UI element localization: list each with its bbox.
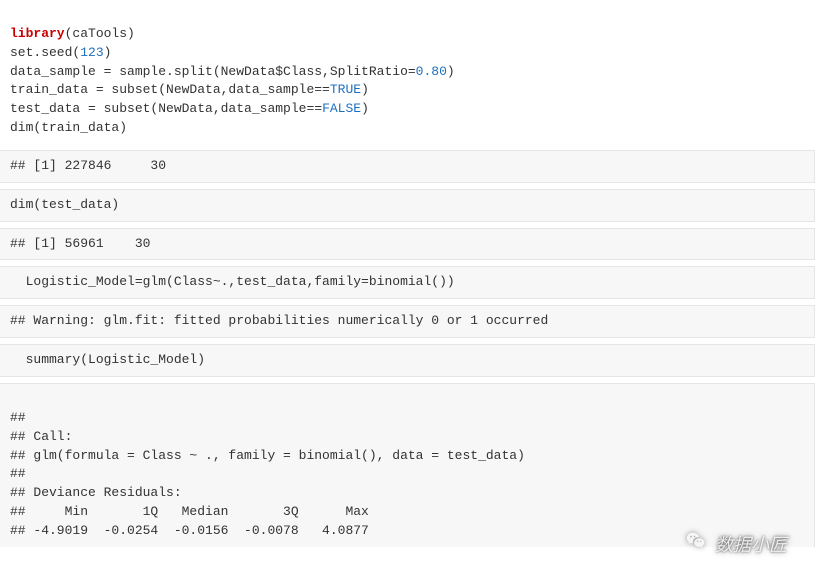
output-text: ## (10, 410, 33, 425)
output-text: ## (10, 466, 33, 481)
output-block-3: ## Warning: glm.fit: fitted probabilitie… (0, 305, 815, 338)
output-text: ## -4.9019 -0.0254 -0.0156 -0.0078 4.087… (10, 523, 384, 538)
code-text: dim(test_data) (10, 197, 119, 212)
bool-literal: TRUE (330, 82, 361, 97)
output-text: ## [1] 56961 30 (10, 236, 150, 251)
code-text: Logistic_Model=glm(Class~.,test_data,fam… (10, 274, 455, 289)
code-text: dim(train_data) (10, 120, 127, 135)
number-literal: 123 (80, 45, 103, 60)
output-text: ## Call: (10, 429, 72, 444)
code-text: test_data = subset(NewData,data_sample== (10, 101, 322, 116)
output-text: ## Deviance Residuals: (10, 485, 189, 500)
code-text: ) (361, 82, 369, 97)
code-text: data_sample = sample.split(NewData$Class… (10, 64, 416, 79)
code-text: ) (447, 64, 455, 79)
output-text: ## Min 1Q Median 3Q Max (10, 504, 384, 519)
output-block-4: ## ## Call: ## glm(formula = Class ~ ., … (0, 383, 815, 547)
output-block-1: ## [1] 227846 30 (0, 150, 815, 183)
code-block-1: library(caTools) set.seed(123) data_samp… (0, 0, 815, 144)
code-text: train_data = subset(NewData,data_sample=… (10, 82, 330, 97)
code-text: summary(Logistic_Model) (10, 352, 205, 367)
output-block-2: ## [1] 56961 30 (0, 228, 815, 261)
output-text: ## [1] 227846 30 (10, 158, 166, 173)
code-block-4: summary(Logistic_Model) (0, 344, 815, 377)
output-text: ## glm(formula = Class ~ ., family = bin… (10, 448, 525, 463)
keyword-library: library (10, 26, 65, 41)
code-text: set.seed( (10, 45, 80, 60)
code-text: (caTools) (65, 26, 135, 41)
bool-literal: FALSE (322, 101, 361, 116)
code-block-3: Logistic_Model=glm(Class~.,test_data,fam… (0, 266, 815, 299)
output-text: ## Warning: glm.fit: fitted probabilitie… (10, 313, 548, 328)
code-text: ) (361, 101, 369, 116)
number-literal: 0.80 (416, 64, 447, 79)
code-text: ) (104, 45, 112, 60)
code-block-2: dim(test_data) (0, 189, 815, 222)
